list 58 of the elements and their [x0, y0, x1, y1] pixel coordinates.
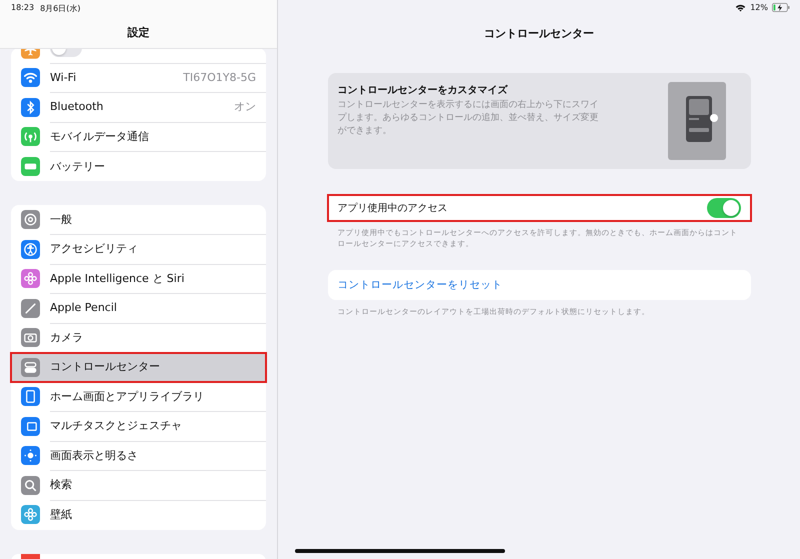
- sidebar-item[interactable]: Bluetooth オン: [11, 92, 266, 122]
- item-label: 検索: [50, 477, 72, 492]
- gear-icon: [21, 210, 40, 230]
- sidebar-item[interactable]: バッテリー: [11, 152, 266, 181]
- item-label: Bluetooth: [50, 100, 104, 114]
- sidebar-item[interactable]: Apple Pencil: [11, 294, 266, 323]
- item-label: Apple Pencil: [50, 301, 117, 314]
- item-value: TI67O1Y8-5G: [183, 70, 256, 84]
- sidebar-item[interactable]: 画面表示と明るさ: [11, 441, 266, 470]
- toggle-switch[interactable]: [706, 198, 740, 218]
- battery-percent: 12%: [750, 3, 768, 12]
- sun-icon: [21, 446, 40, 466]
- wifi-icon: [735, 4, 746, 12]
- item-label: アクセシビリティ: [50, 241, 138, 256]
- battery-icon: [21, 156, 40, 176]
- sidebar-item[interactable]: 検索: [11, 470, 266, 500]
- flower-icon: [21, 505, 40, 524]
- item-label: ホーム画面とアプリライブラリ: [50, 388, 204, 404]
- sidebar-item[interactable]: マルチタスクとジェスチャ: [11, 412, 266, 441]
- person-icon: [21, 240, 40, 259]
- item-label: マルチタスクとジェスチャ: [50, 418, 182, 434]
- status-time: 18:23: [11, 3, 34, 14]
- phone-icon: [21, 387, 40, 406]
- sidebar-item[interactable]: Wi-Fi TI67O1Y8-5G: [11, 63, 266, 92]
- rectangle-icon: [21, 416, 40, 436]
- reset-button[interactable]: コントロールセンターをリセット: [328, 270, 750, 300]
- item-label: Apple Intelligence と Siri: [50, 270, 184, 286]
- item-label: 画面表示と明るさ: [50, 448, 138, 463]
- pencil-icon: [21, 298, 40, 318]
- sidebar-item[interactable]: Apple Intelligence と Siri: [11, 264, 266, 294]
- item-value: オン: [234, 99, 256, 114]
- item-label: 一般: [50, 212, 72, 227]
- bluetooth-icon: [21, 98, 40, 117]
- antenna-icon: [21, 127, 40, 146]
- page-title: コントロールセンター: [484, 26, 594, 41]
- card-heading: コントロールセンターをカスタマイズ: [338, 84, 509, 97]
- sidebar-item[interactable]: モバイルデータ通信: [11, 122, 266, 152]
- search-icon: [21, 476, 40, 495]
- toggles-icon: [21, 358, 40, 377]
- card-description: コントロールセンターを表示するには画面の右上から下にスワイプします。あらゆるコントロールの追加、並べ替え、サイズ変更ができます。: [338, 99, 600, 138]
- item-label: バッテリー: [50, 158, 105, 174]
- sidebar-item[interactable]: 一般: [11, 205, 266, 234]
- sidebar-item[interactable]: 壁紙: [11, 500, 266, 530]
- wifi-icon: [21, 68, 40, 88]
- item-label: モバイルデータ通信: [50, 128, 149, 144]
- sidebar-item[interactable]: コントロールセンター: [11, 352, 266, 382]
- item-label: カメラ: [50, 330, 83, 345]
- sidebar-item[interactable]: アクセシビリティ: [11, 234, 266, 264]
- sidebar-item[interactable]: カメラ: [11, 323, 266, 352]
- item-label: 壁紙: [50, 507, 72, 522]
- item-label: Wi-Fi: [50, 70, 76, 84]
- status-date: 8月6日(水): [40, 3, 80, 14]
- sidebar-title: 設定: [126, 25, 150, 40]
- flower-icon: [21, 269, 40, 288]
- setting-label: アプリ使用中のアクセス: [338, 202, 448, 215]
- camera-icon: [21, 328, 40, 348]
- item-label: コントロールセンター: [50, 359, 160, 374]
- sidebar-item[interactable]: ホーム画面とアプリライブラリ: [11, 382, 266, 412]
